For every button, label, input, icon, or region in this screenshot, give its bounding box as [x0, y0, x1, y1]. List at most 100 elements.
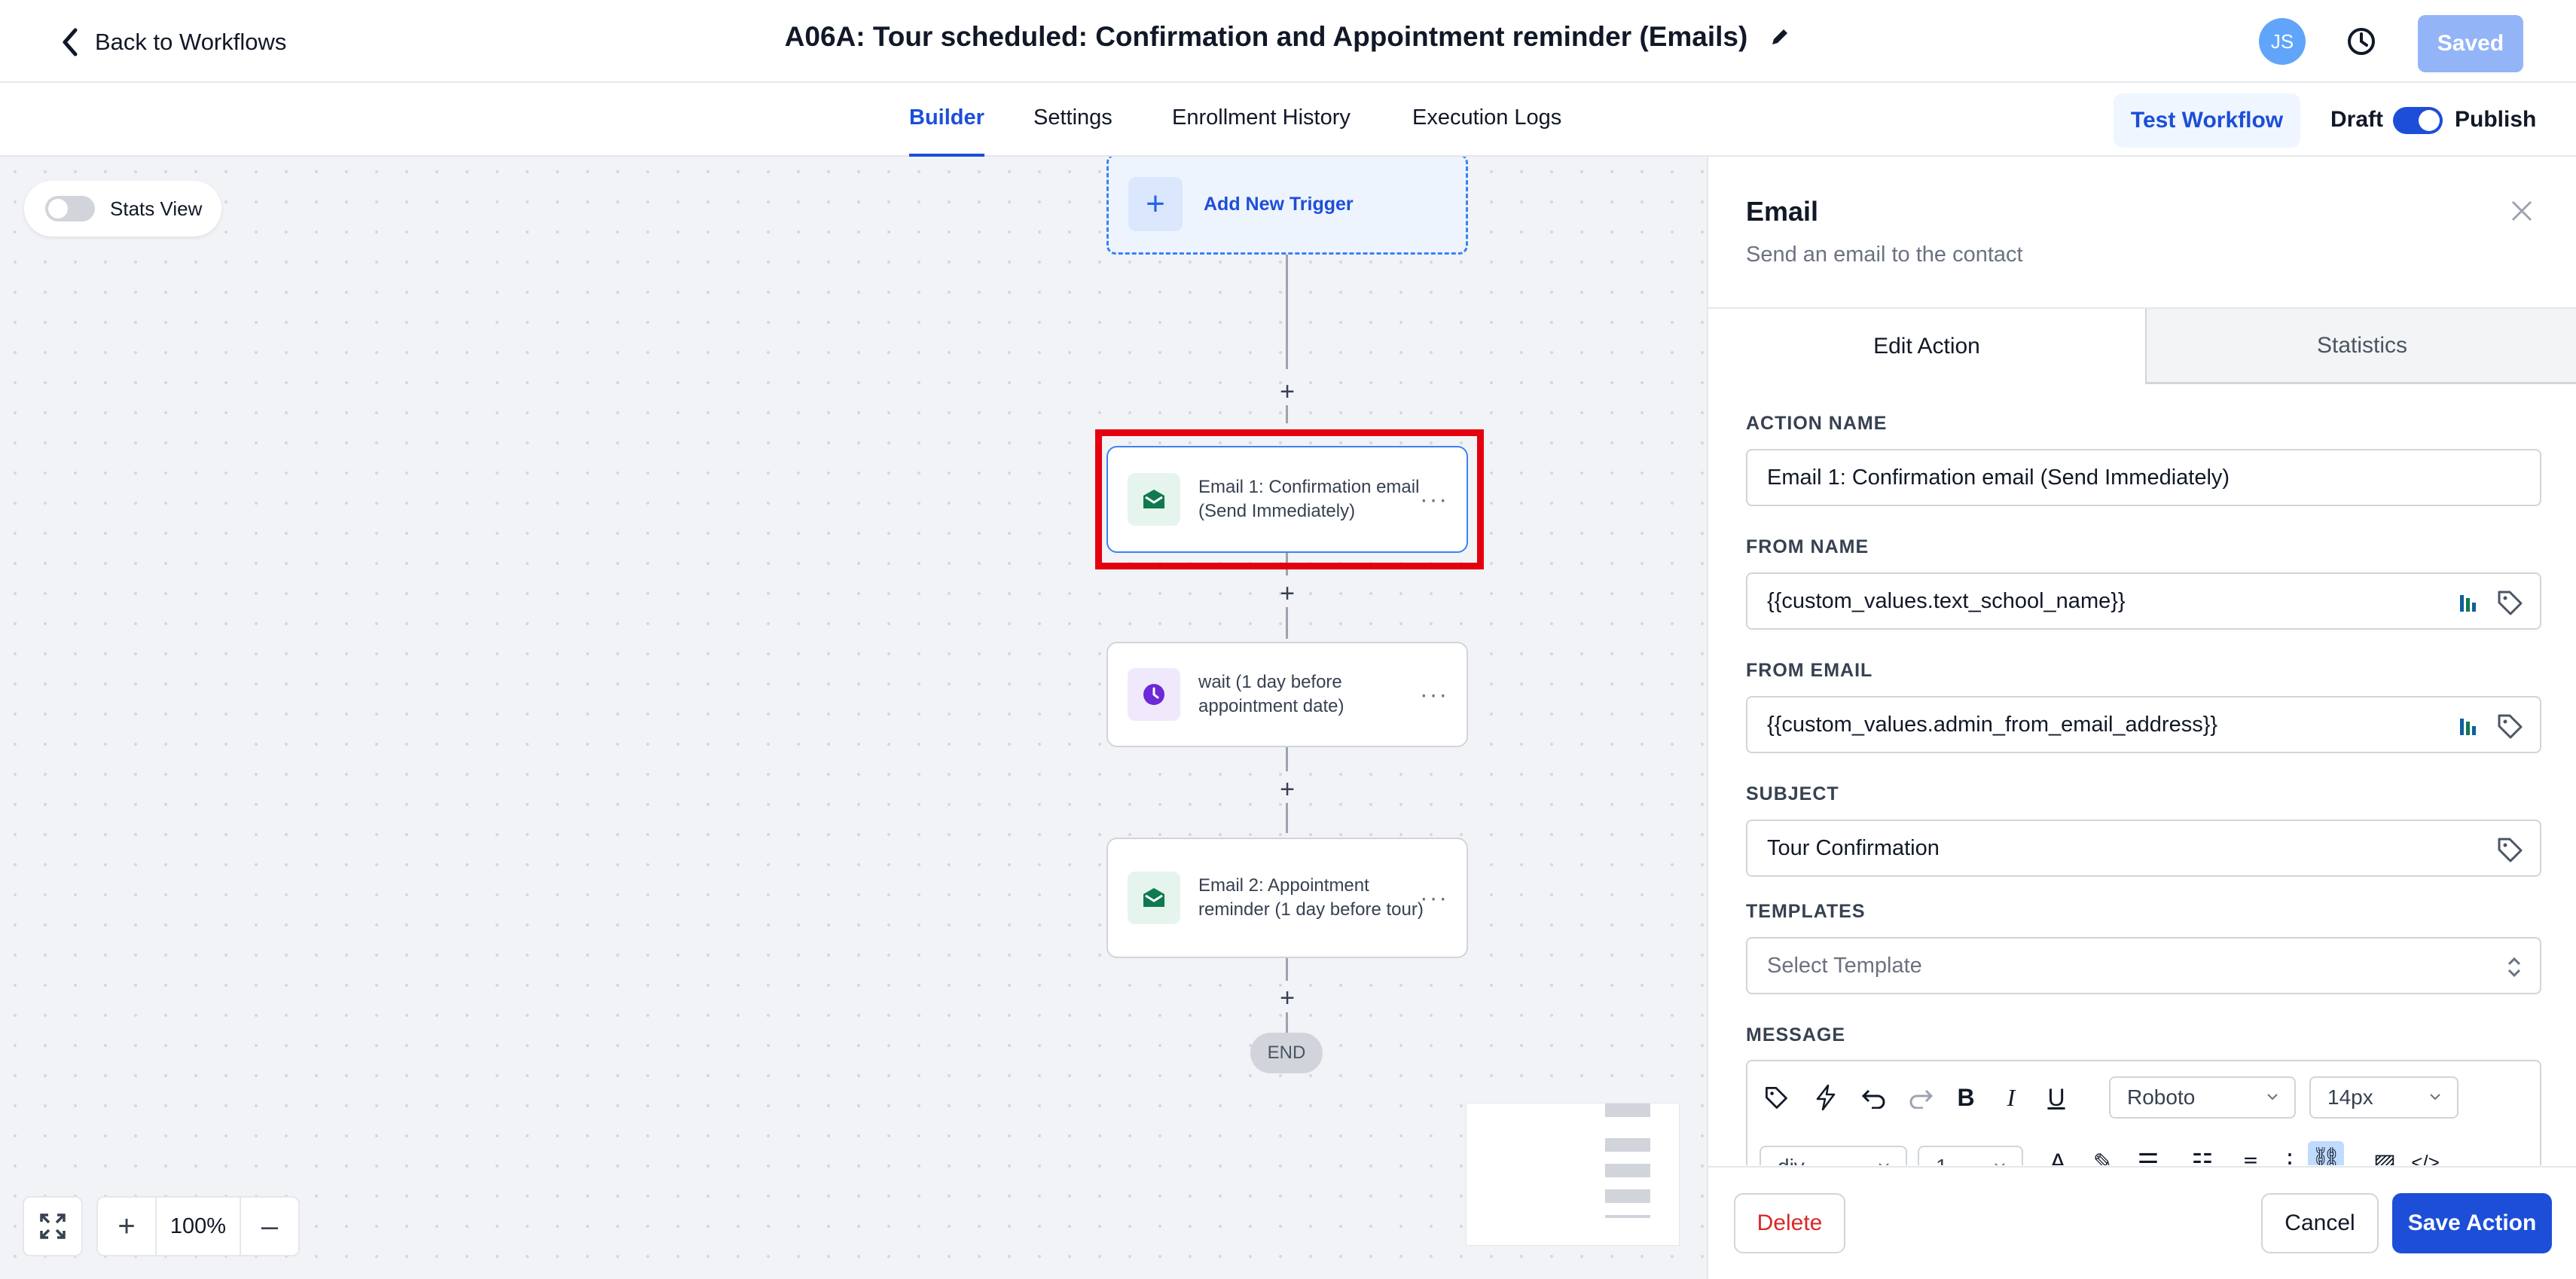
from-email-input[interactable]: {{custom_values.admin_from_email_address…: [1746, 696, 2541, 753]
panel-tabs: Edit Action Statistics: [1708, 307, 2576, 384]
tab-edit-action[interactable]: Edit Action: [1708, 309, 2145, 384]
template-placeholder: Select Template: [1767, 953, 1922, 978]
avatar-initials: JS: [2270, 29, 2294, 53]
undo-icon[interactable]: [1859, 1082, 1889, 1113]
zoom-in-button[interactable]: +: [98, 1198, 155, 1255]
bullet-list-icon[interactable]: ☰: [2133, 1147, 2163, 1165]
message-editor[interactable]: B I U Roboto 14px div 1 A ✎ ☰ ☷ ≡ ⋮ ⛓ ▨ …: [1746, 1060, 2541, 1165]
subject-label: SUBJECT: [1746, 783, 1839, 804]
clock-icon: [1128, 668, 1180, 721]
connector-line: [1286, 607, 1288, 639]
chevron-down-icon: [1995, 1163, 2005, 1165]
delete-button[interactable]: Delete: [1734, 1193, 1845, 1253]
subject-value: Tour Confirmation: [1767, 835, 1940, 860]
from-name-input[interactable]: {{custom_values.text_school_name}}: [1746, 572, 2541, 630]
tab-execution-logs[interactable]: Execution Logs: [1412, 105, 1561, 157]
tab-enrollment-history[interactable]: Enrollment History: [1172, 105, 1351, 157]
zoom-out-button[interactable]: –: [241, 1198, 298, 1255]
minimap-block: [1605, 1103, 1650, 1117]
align-icon[interactable]: ≡: [2236, 1147, 2266, 1166]
template-select[interactable]: Select Template: [1746, 937, 2541, 994]
stats-view-label: Stats View: [110, 197, 203, 220]
saved-button[interactable]: Saved: [2418, 15, 2523, 72]
publish-toggle[interactable]: [2393, 107, 2443, 134]
connector-line: [1286, 803, 1288, 833]
minimap-block: [1605, 1164, 1650, 1177]
custom-values-icon[interactable]: [2452, 711, 2483, 741]
tab-builder[interactable]: Builder: [909, 105, 984, 157]
more-icon[interactable]: ⋮: [2275, 1147, 2305, 1165]
tab-settings[interactable]: Settings: [1033, 105, 1113, 157]
action-name-label: ACTION NAME: [1746, 413, 1888, 434]
top-header: Back to Workflows A06A: Tour scheduled: …: [0, 0, 2576, 83]
pencil-icon[interactable]: [1769, 26, 1791, 48]
add-step-plus[interactable]: +: [1274, 379, 1300, 404]
action-name-input[interactable]: Email 1: Confirmation email (Send Immedi…: [1746, 449, 2541, 506]
code-icon[interactable]: </>: [2410, 1147, 2440, 1166]
node-more-icon[interactable]: ···: [1420, 884, 1448, 912]
tag-icon[interactable]: [1761, 1082, 1791, 1113]
stats-view-switch[interactable]: [45, 196, 95, 221]
fit-view-button[interactable]: [23, 1196, 83, 1256]
add-step-plus[interactable]: +: [1274, 985, 1300, 1011]
stats-view-toggle[interactable]: Stats View: [24, 181, 221, 237]
test-workflow-button[interactable]: Test Workflow: [2114, 93, 2300, 148]
workflow-node-email-2[interactable]: Email 2: Appointment reminder (1 day bef…: [1106, 838, 1468, 958]
save-action-button[interactable]: Save Action: [2392, 1193, 2552, 1253]
font-family-value: Roboto: [2127, 1085, 2196, 1109]
from-email-value: {{custom_values.admin_from_email_address…: [1767, 712, 2218, 737]
workflow-canvas[interactable]: Stats View + + + + + Add New Trigger Ema…: [0, 157, 1707, 1279]
message-label: MESSAGE: [1746, 1024, 1846, 1045]
end-node: END: [1250, 1033, 1323, 1073]
from-name-value: {{custom_values.text_school_name}}: [1767, 588, 2126, 613]
add-step-plus[interactable]: +: [1274, 581, 1300, 606]
close-icon[interactable]: [2507, 196, 2537, 226]
minimap[interactable]: [1466, 1103, 1680, 1246]
node-label: wait (1 day before appointment date): [1198, 672, 1344, 716]
tab-statistics[interactable]: Statistics: [2145, 309, 2576, 384]
add-step-plus[interactable]: +: [1274, 777, 1300, 802]
font-family-select[interactable]: Roboto: [2109, 1076, 2296, 1119]
cancel-button[interactable]: Cancel: [2261, 1193, 2379, 1253]
workflow-title-wrap: A06A: Tour scheduled: Confirmation and A…: [0, 21, 2576, 53]
block-format-select[interactable]: div: [1760, 1146, 1907, 1165]
italic-icon[interactable]: I: [1996, 1082, 2026, 1113]
font-size-value: 14px: [2327, 1085, 2373, 1109]
node-more-icon[interactable]: ···: [1420, 681, 1448, 709]
tag-icon[interactable]: [2495, 835, 2525, 865]
draft-label: Draft: [2330, 107, 2384, 132]
image-icon[interactable]: ▨: [2370, 1147, 2400, 1165]
workflow-title: A06A: Tour scheduled: Confirmation and A…: [784, 21, 1748, 52]
font-size-select[interactable]: 14px: [2309, 1076, 2458, 1119]
text-color-icon[interactable]: A: [2043, 1147, 2073, 1166]
underline-icon[interactable]: U: [2041, 1082, 2071, 1113]
templates-label: TEMPLATES: [1746, 901, 1866, 922]
updown-chevron-icon: [2507, 957, 2521, 978]
bold-icon[interactable]: B: [1951, 1082, 1981, 1113]
line-height-value: 1: [1936, 1155, 1948, 1165]
chevron-down-icon: [1879, 1163, 1889, 1165]
link-icon[interactable]: ⛓: [2308, 1141, 2344, 1165]
node-label: Email 2: Appointment reminder (1 day bef…: [1198, 875, 1424, 920]
subject-input[interactable]: Tour Confirmation: [1746, 820, 2541, 877]
selection-highlight: [1095, 429, 1484, 569]
highlight-icon[interactable]: ✎: [2088, 1147, 2118, 1165]
minimap-block: [1605, 1138, 1650, 1152]
user-avatar[interactable]: JS: [2259, 18, 2306, 65]
tag-icon[interactable]: [2495, 711, 2525, 741]
tag-icon[interactable]: [2495, 588, 2525, 618]
add-new-trigger[interactable]: + Add New Trigger: [1106, 157, 1468, 255]
custom-values-icon[interactable]: [2452, 588, 2483, 618]
workflow-node-wait[interactable]: wait (1 day before appointment date) ···: [1106, 642, 1468, 747]
panel-subtitle: Send an email to the contact: [1746, 243, 2023, 267]
redo-icon[interactable]: [1906, 1082, 1936, 1113]
lightning-icon[interactable]: [1811, 1082, 1841, 1113]
numbered-list-icon[interactable]: ☷: [2187, 1147, 2217, 1165]
chevron-down-icon: [2430, 1094, 2440, 1100]
from-email-label: FROM EMAIL: [1746, 660, 1873, 681]
connector-line: [1286, 405, 1288, 423]
connector-line: [1286, 958, 1288, 981]
plus-icon: +: [1128, 177, 1183, 231]
line-height-select[interactable]: 1: [1918, 1146, 2023, 1165]
history-clock-icon[interactable]: [2344, 24, 2379, 59]
